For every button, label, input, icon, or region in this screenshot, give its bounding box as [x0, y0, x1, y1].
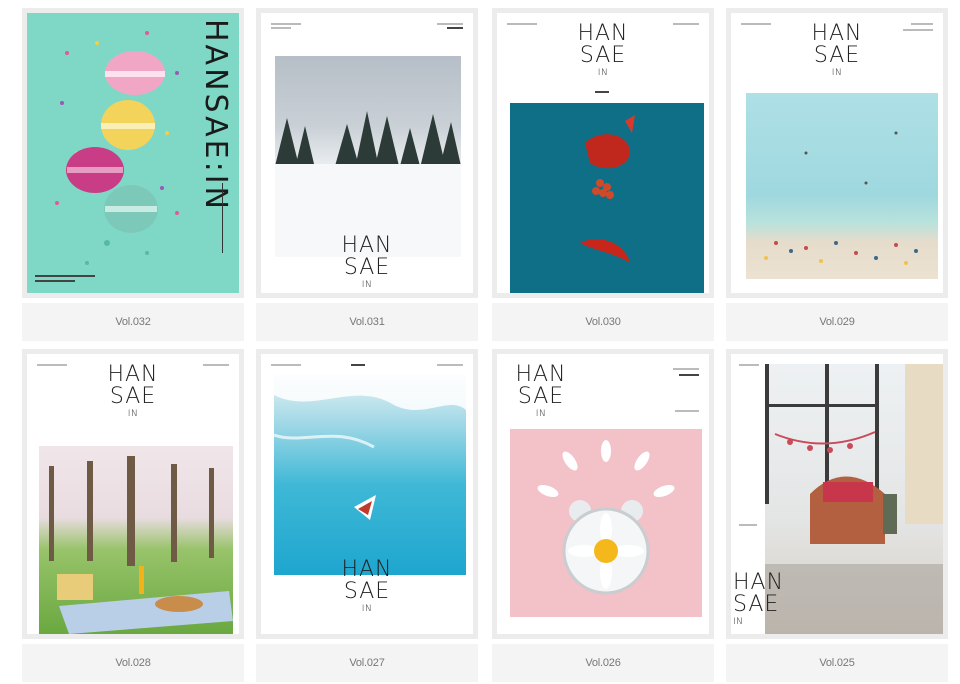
logo-line-han: HAN: [577, 21, 629, 46]
logo-line-han: HAN: [733, 570, 785, 595]
cover-frame: HAN SAE IN: [492, 8, 714, 298]
small-print: [351, 364, 365, 366]
cover-vol028[interactable]: HAN SAE IN: [27, 354, 239, 634]
cover-vol031[interactable]: HAN SAE IN: [261, 13, 473, 293]
small-print: [739, 364, 759, 366]
volume-label[interactable]: Vol.030: [492, 303, 714, 341]
logo-line-sae: SAE: [343, 579, 391, 604]
fruit-photo: [510, 103, 704, 293]
volume-label[interactable]: Vol.025: [726, 644, 948, 682]
logo-line-han: HAN: [811, 21, 863, 46]
hansaein-logo: HAN SAE IN: [801, 23, 873, 78]
small-print: [35, 275, 95, 277]
small-print: [437, 364, 463, 366]
logo-line-sae: SAE: [517, 384, 565, 409]
logo-line-sae: SAE: [579, 43, 627, 68]
ocean-photo: [274, 375, 466, 575]
logo-line-sae: SAE: [109, 384, 157, 409]
small-print: [595, 91, 609, 93]
logo-line-sae: SAE: [813, 43, 861, 68]
small-print: [437, 23, 463, 25]
hansaein-logo: HAN SAE IN: [733, 572, 805, 627]
cover-vol025[interactable]: HAN SAE IN: [731, 354, 943, 634]
small-print: [739, 524, 757, 526]
cover-frame: HAN SAE IN: [256, 8, 478, 298]
cover-frame: HAN SAE IN: [726, 349, 948, 639]
logo-line-in: IN: [361, 604, 373, 614]
small-print: [203, 364, 229, 366]
snow-forest-photo: [275, 56, 461, 257]
magazine-card-vol028[interactable]: HAN SAE IN Vol.028: [22, 349, 244, 682]
magazine-card-vol031[interactable]: HAN SAE IN Vol.031: [256, 8, 478, 341]
magazine-card-vol030[interactable]: HAN SAE IN Vol.030: [492, 8, 714, 341]
logo-line-in: IN: [361, 280, 373, 290]
small-print: [679, 374, 699, 376]
small-print: [673, 368, 699, 370]
small-print: [675, 410, 699, 412]
vertical-logo: HANSAE:IN: [198, 19, 233, 212]
volume-label[interactable]: Vol.029: [726, 303, 948, 341]
small-print: [903, 29, 933, 31]
magazine-card-vol027[interactable]: HAN SAE IN Vol.027: [256, 349, 478, 682]
beach-photo: [746, 93, 938, 279]
cover-vol029[interactable]: HAN SAE IN: [731, 13, 943, 293]
small-print: [271, 23, 301, 25]
logo-line-in: IN: [831, 68, 843, 78]
cover-frame: HANSAE:IN: [22, 8, 244, 298]
logo-line-han: HAN: [341, 557, 393, 582]
cover-frame: HAN SAE IN: [22, 349, 244, 639]
hansaein-logo: HAN SAE IN: [97, 364, 169, 419]
cover-vol026[interactable]: HAN SAE IN: [497, 354, 709, 634]
alarm-clock-photo: [510, 429, 702, 617]
small-print: [741, 23, 771, 25]
logo-line-han: HAN: [107, 362, 159, 387]
logo-line-in: IN: [733, 617, 744, 627]
volume-label[interactable]: Vol.032: [22, 303, 244, 341]
cover-vol027[interactable]: HAN SAE IN: [261, 354, 473, 634]
small-print: [271, 27, 291, 29]
hansaein-logo: HAN SAE IN: [505, 364, 577, 419]
volume-label[interactable]: Vol.031: [256, 303, 478, 341]
logo-line-in: IN: [597, 68, 609, 78]
small-print: [507, 23, 537, 25]
magazine-card-vol026[interactable]: HAN SAE IN Vol.026: [492, 349, 714, 682]
small-print: [37, 364, 67, 366]
cover-vol030[interactable]: HAN SAE IN: [497, 13, 709, 293]
hansaein-logo: HAN SAE IN: [567, 23, 639, 78]
logo-line-sae: SAE: [343, 255, 391, 280]
volume-label[interactable]: Vol.028: [22, 644, 244, 682]
magazine-gallery: HANSAE:IN Vol.032 HAN SAE IN Vol.031 HAN…: [20, 8, 952, 684]
magazine-card-vol025[interactable]: HAN SAE IN Vol.025: [726, 349, 948, 682]
small-print: [911, 23, 933, 25]
hansaein-logo: HAN SAE IN: [331, 559, 403, 614]
divider: [222, 183, 223, 253]
small-print: [35, 280, 75, 282]
cover-frame: HAN SAE IN: [726, 8, 948, 298]
hansaein-logo: HAN SAE IN: [331, 235, 403, 290]
small-print: [673, 23, 699, 25]
magazine-card-vol032[interactable]: HANSAE:IN Vol.032: [22, 8, 244, 341]
logo-line-han: HAN: [341, 233, 393, 258]
logo-line-in: IN: [535, 409, 547, 419]
volume-label[interactable]: Vol.026: [492, 644, 714, 682]
magazine-card-vol029[interactable]: HAN SAE IN Vol.029: [726, 8, 948, 341]
cover-frame: HAN SAE IN: [492, 349, 714, 639]
picnic-photo: [39, 446, 233, 634]
logo-line-sae: SAE: [733, 592, 780, 617]
logo-line-in: IN: [127, 409, 139, 419]
logo-line-han: HAN: [515, 362, 567, 387]
volume-label[interactable]: Vol.027: [256, 644, 478, 682]
small-print: [271, 364, 301, 366]
small-print: [447, 27, 463, 29]
cover-vol032[interactable]: HANSAE:IN: [27, 13, 239, 293]
cover-frame: HAN SAE IN: [256, 349, 478, 639]
